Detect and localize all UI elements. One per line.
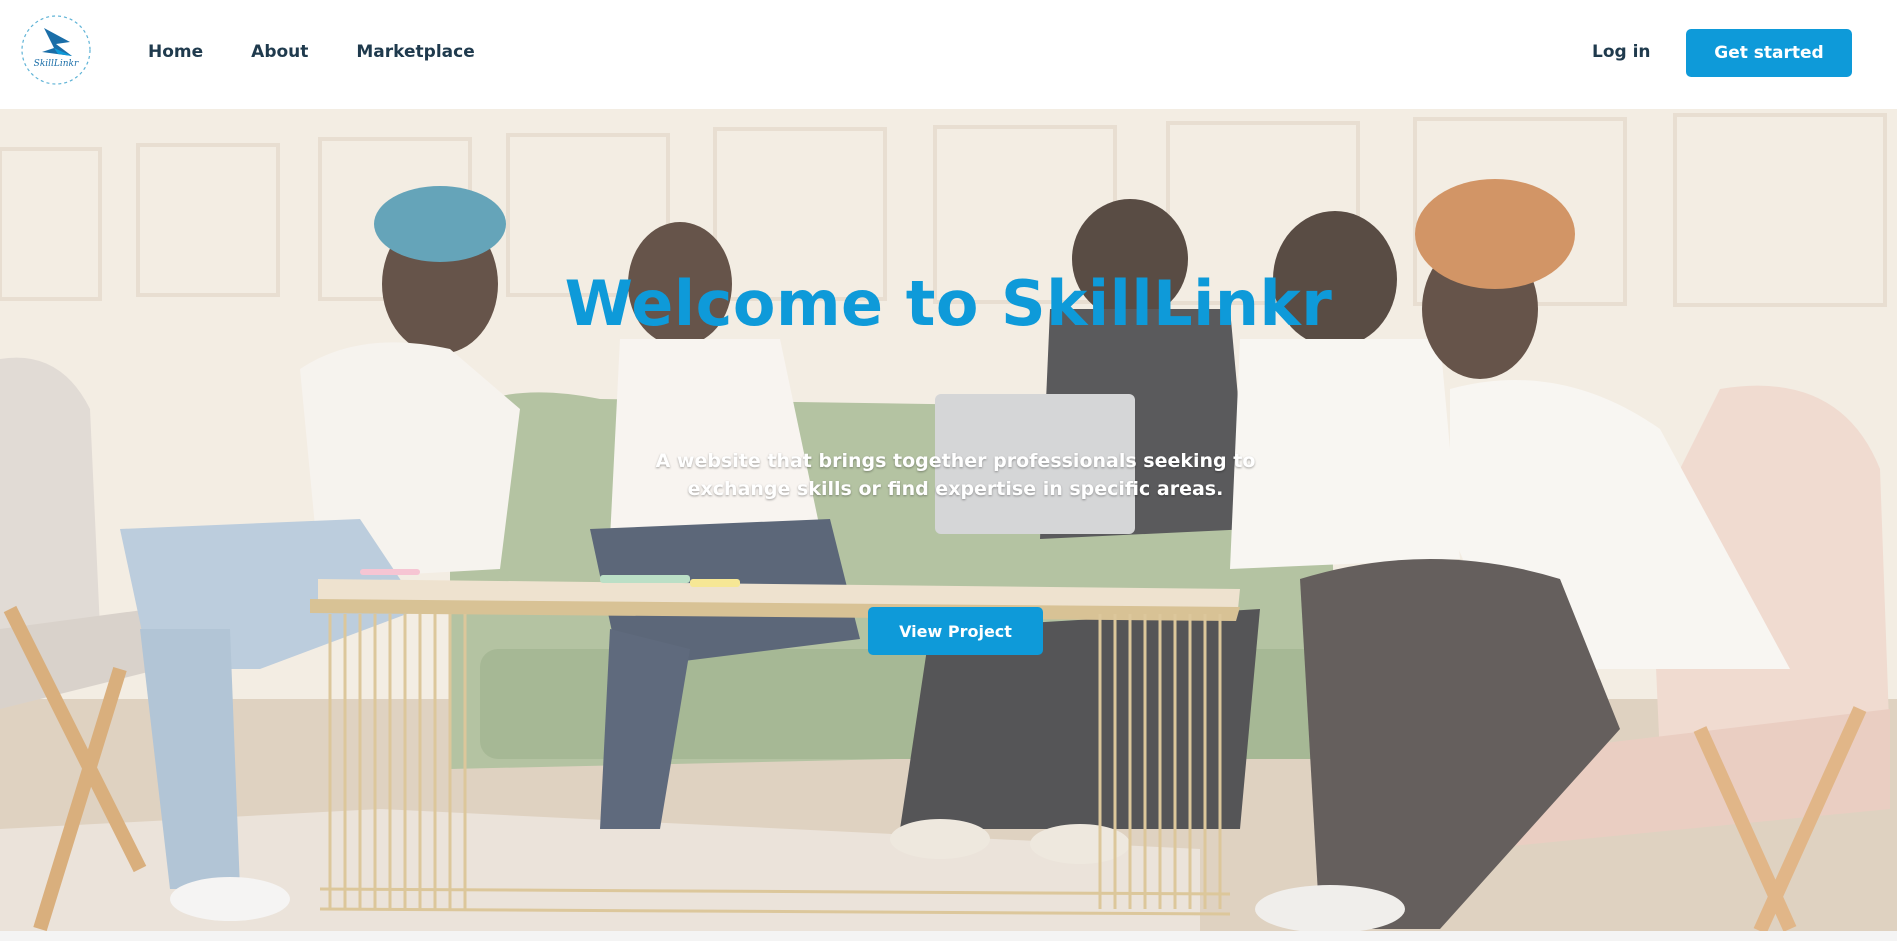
hero-overlay: [0, 109, 1897, 931]
top-navbar: SkillLinkr Home About Marketplace Log in…: [0, 0, 1897, 109]
main-nav: Home About Marketplace: [148, 0, 475, 104]
login-link[interactable]: Log in: [1592, 42, 1651, 62]
hero-section: Welcome to SkillLinkr A website that bri…: [0, 109, 1897, 931]
nav-link-marketplace[interactable]: Marketplace: [356, 42, 474, 62]
skilllinkr-logo[interactable]: SkillLinkr: [18, 14, 94, 86]
hero-title: Welcome to SkillLinkr: [564, 267, 1333, 340]
hero-subtitle: A website that brings together professio…: [655, 450, 1256, 500]
nav-link-home[interactable]: Home: [148, 42, 203, 62]
logo-icon: SkillLinkr: [21, 15, 91, 85]
get-started-button[interactable]: Get started: [1686, 29, 1852, 77]
nav-link-about[interactable]: About: [251, 42, 308, 62]
view-project-button[interactable]: View Project: [868, 607, 1043, 655]
logo-wordmark: SkillLinkr: [34, 59, 79, 69]
